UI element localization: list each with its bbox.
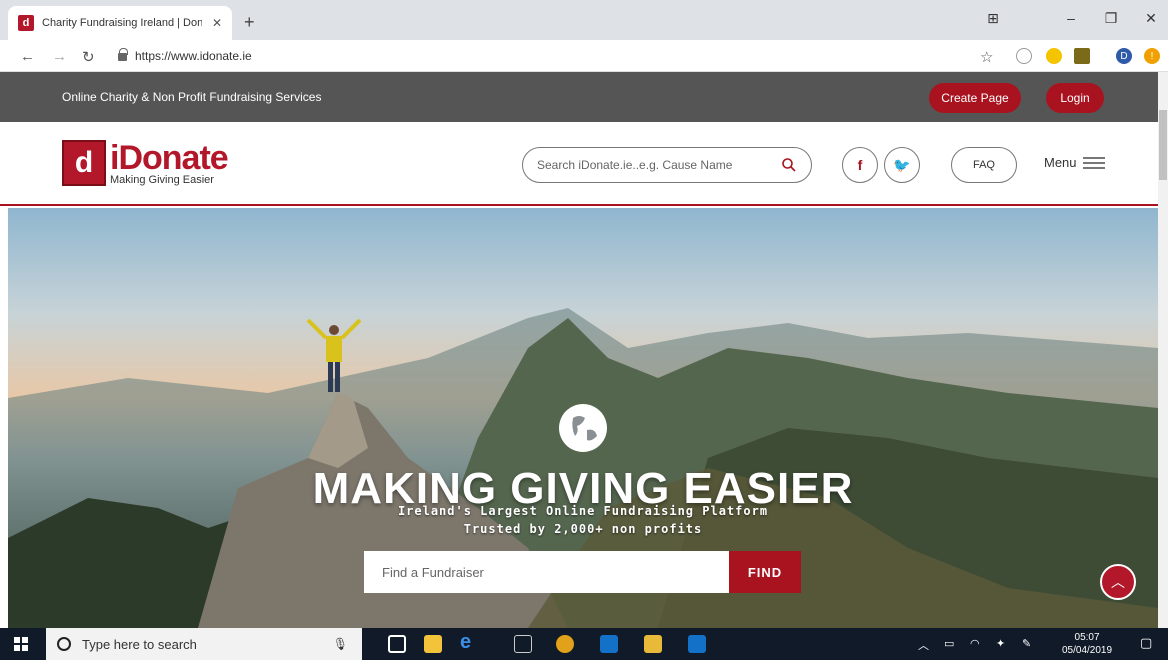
close-window-button[interactable]: ✕ <box>1136 10 1166 27</box>
idonate-favicon-icon: d <box>18 15 34 31</box>
wifi-icon[interactable]: ◠ <box>970 637 980 650</box>
hamburger-icon <box>1082 156 1105 169</box>
taskbar-search-input[interactable]: Type here to search 🎙 <box>46 628 362 660</box>
bookmark-star-icon[interactable]: ☆ <box>980 48 993 66</box>
faq-button[interactable]: FAQ <box>951 147 1017 183</box>
profile-avatar[interactable]: D <box>1116 48 1132 64</box>
app-icon[interactable] <box>644 635 662 653</box>
idonate-logo[interactable]: d iDonate Making Giving Easier <box>62 138 229 186</box>
cortana-icon <box>57 637 71 651</box>
app-icon[interactable] <box>514 635 532 653</box>
close-tab-icon[interactable]: ✕ <box>212 16 222 30</box>
logo-tagline: Making Giving Easier <box>110 173 214 186</box>
edge-browser-icon[interactable]: e <box>460 631 478 653</box>
extension-icon[interactable] <box>1016 48 1032 64</box>
browser-tab-bar: d Charity Fundraising Ireland | Don ✕ + … <box>0 0 1168 40</box>
browser-tab[interactable]: d Charity Fundraising Ireland | Don ✕ <box>8 6 232 40</box>
forward-icon[interactable]: → <box>52 48 67 65</box>
find-button[interactable]: FIND <box>729 551 801 593</box>
microphone-icon[interactable]: 🎙 <box>333 637 348 651</box>
hero-subtitle: Ireland's Largest Online Fundraising Pla… <box>397 504 769 518</box>
notifications-icon[interactable]: ▢ <box>1140 635 1152 651</box>
taskbar-search-placeholder: Type here to search <box>82 636 197 652</box>
clock-date: 05/04/2019 <box>1062 645 1113 656</box>
facebook-icon[interactable]: f <box>842 147 878 183</box>
pen-icon[interactable]: ✎ <box>1022 637 1031 650</box>
find-fundraiser-input[interactable]: Find a Fundraiser <box>364 551 729 593</box>
site-top-strip: Online Charity & Non Profit Fundraising … <box>0 72 1158 122</box>
minimize-button[interactable]: – <box>1056 10 1086 26</box>
url-text: https://www.idonate.ie <box>135 49 252 63</box>
battery-icon[interactable]: ▭ <box>944 637 954 650</box>
windows-taskbar: Type here to search 🎙 e ︿ ▭ ◠ ✦ ✎ 05:07 … <box>0 628 1168 660</box>
logo-mark-icon: d <box>62 140 106 186</box>
globe-icon <box>559 404 607 452</box>
update-alert-icon[interactable]: ! <box>1144 48 1160 64</box>
login-button[interactable]: Login <box>1046 83 1104 113</box>
site-header: d iDonate Making Giving Easier Search iD… <box>0 122 1158 206</box>
address-bar[interactable]: https://www.idonate.ie <box>118 48 252 63</box>
menu-button[interactable]: Menu <box>1044 155 1105 170</box>
find-fundraiser-form: Find a Fundraiser FIND <box>364 551 801 593</box>
browser-toolbar: ← → ↻ https://www.idonate.ie ☆ D ! <box>0 40 1168 72</box>
hero-banner: MAKING GIVING EASIER Ireland's Largest O… <box>8 208 1158 628</box>
scroll-to-top-icon[interactable]: ︿ <box>1100 564 1136 600</box>
twitter-icon[interactable]: 🐦 <box>884 147 920 183</box>
extension-icon[interactable] <box>1074 48 1090 64</box>
create-page-button[interactable]: Create Page <box>929 83 1021 113</box>
show-hidden-icons-icon[interactable]: ︿ <box>918 637 929 653</box>
outlook-icon[interactable] <box>688 635 706 653</box>
lock-icon <box>118 48 128 61</box>
clock-time: 05:07 <box>1074 632 1100 643</box>
file-explorer-icon[interactable] <box>424 635 442 653</box>
chrome-icon[interactable] <box>556 635 574 653</box>
hero-trusted-text: Trusted by 2,000+ non profits <box>463 522 703 536</box>
back-icon[interactable]: ← <box>20 48 35 65</box>
task-view-icon[interactable] <box>388 635 406 653</box>
extension-icon[interactable] <box>1046 48 1062 64</box>
tab-title: Charity Fundraising Ireland | Don <box>42 17 202 29</box>
windows-start-icon[interactable] <box>14 637 28 651</box>
tab-search-icon[interactable]: ⊞ <box>978 10 1008 27</box>
new-tab-button[interactable]: + <box>244 12 255 33</box>
search-icon[interactable] <box>781 157 797 173</box>
logo-name: iDonate <box>110 138 229 177</box>
restore-button[interactable]: ❐ <box>1096 10 1126 27</box>
site-search-input[interactable]: Search iDonate.ie..e.g. Cause Name <box>522 147 812 183</box>
search-placeholder: Search iDonate.ie..e.g. Cause Name <box>537 158 733 172</box>
reload-icon[interactable]: ↻ <box>82 48 95 66</box>
scrollbar-thumb[interactable] <box>1159 110 1167 180</box>
outlook-icon[interactable] <box>600 635 618 653</box>
menu-label: Menu <box>1044 155 1077 170</box>
dropbox-icon[interactable]: ✦ <box>996 637 1005 650</box>
taskbar-clock[interactable]: 05:07 05/04/2019 <box>1062 631 1112 657</box>
tagline-text: Online Charity & Non Profit Fundraising … <box>62 90 322 104</box>
page-scrollbar[interactable] <box>1158 72 1168 628</box>
